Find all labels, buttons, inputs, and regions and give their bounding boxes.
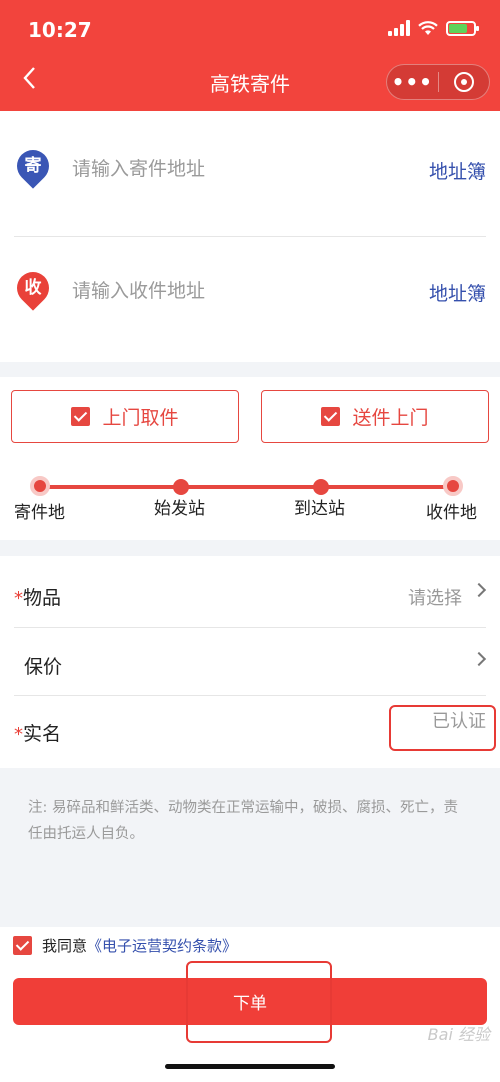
delivery-option-button[interactable]: 送件上门 — [261, 390, 489, 443]
nav-bar: 高铁寄件 ••• — [0, 56, 500, 111]
disclaimer-note: 注: 易碎品和鲜活类、动物类在正常运输中，破损、腐损、死亡，责任由托运人自负。 — [28, 800, 458, 842]
home-indicator — [165, 1064, 335, 1069]
battery-icon — [446, 20, 479, 36]
route-stop-label: 始发站 — [154, 499, 205, 519]
sender-address-book-link[interactable]: 地址簿 — [429, 157, 486, 184]
delivery-label: 送件上门 — [352, 407, 429, 429]
required-mark: * — [14, 588, 23, 609]
realname-label: *实名 — [14, 719, 61, 746]
agreement: 我同意《电子运营契约条款》 — [13, 935, 237, 956]
items-row[interactable]: *物品 请选择 — [0, 559, 500, 627]
pickup-checkbox[interactable] — [71, 407, 91, 426]
realname-label-text: 实名 — [23, 723, 62, 745]
target-icon — [453, 72, 474, 92]
miniprogram-capsule: ••• — [386, 64, 490, 100]
status-time: 10:27 — [28, 18, 92, 42]
receiver-address-input[interactable] — [72, 277, 372, 305]
required-mark: * — [14, 724, 23, 745]
chevron-right-icon — [471, 582, 487, 598]
route-stop-label: 到达站 — [294, 499, 345, 519]
items-select-value: 请选择 — [408, 588, 462, 609]
route-line — [40, 485, 453, 489]
receiver-badge: 收 — [24, 278, 42, 298]
close-miniprogram-button[interactable] — [438, 72, 489, 92]
status-icons — [388, 20, 479, 36]
pickup-option-button[interactable]: 上门取件 — [11, 390, 239, 443]
route-stop-label: 寄件地 — [14, 503, 65, 523]
address-card: 寄 地址簿 收 地址簿 — [0, 111, 500, 362]
realname-row[interactable]: *实名 已认证 — [0, 695, 500, 763]
insurance-label: 保价 — [24, 656, 63, 678]
wifi-icon — [418, 20, 438, 35]
signal-icon — [388, 20, 410, 36]
items-label-text: 物品 — [23, 587, 62, 609]
chevron-right-icon — [471, 651, 487, 667]
agree-checkbox[interactable] — [13, 936, 32, 955]
route-stop-arrival-dot — [313, 479, 329, 495]
more-button[interactable]: ••• — [387, 70, 438, 94]
sender-address-input[interactable] — [72, 155, 372, 183]
route-stop-destination-dot — [443, 476, 463, 496]
service-card: 上门取件 送件上门 寄件地 始发站 到达站 收件地 — [0, 377, 500, 540]
submit-highlight — [186, 961, 332, 1043]
receiver-address-book-link[interactable]: 地址簿 — [429, 279, 486, 306]
terms-link[interactable]: 《电子运营契约条款》 — [87, 937, 237, 955]
items-label: *物品 — [14, 583, 61, 610]
route-stop-departure-dot — [173, 479, 189, 495]
route-stop-label: 收件地 — [426, 503, 477, 523]
app-header: 10:27 高铁寄件 ••• — [0, 0, 500, 111]
bottom-bar: 我同意《电子运营契约条款》 下单 Bai 经验 — [0, 927, 500, 1082]
sender-badge: 寄 — [24, 156, 42, 176]
status-bar: 10:27 — [0, 0, 500, 56]
form-card: *物品 请选择 保价 *实名 已认证 — [0, 556, 500, 768]
agree-text: 我同意 — [42, 937, 88, 955]
route-stop-origin-dot — [30, 476, 50, 496]
realname-status: 已认证 — [432, 711, 486, 732]
delivery-checkbox[interactable] — [321, 407, 341, 426]
receiver-address-row[interactable]: 收 地址簿 — [0, 233, 500, 351]
pickup-label: 上门取件 — [102, 407, 179, 429]
sender-address-row[interactable]: 寄 地址簿 — [0, 111, 500, 229]
watermark: Bai 经验 — [427, 1025, 490, 1044]
insurance-row[interactable]: 保价 — [0, 628, 500, 696]
